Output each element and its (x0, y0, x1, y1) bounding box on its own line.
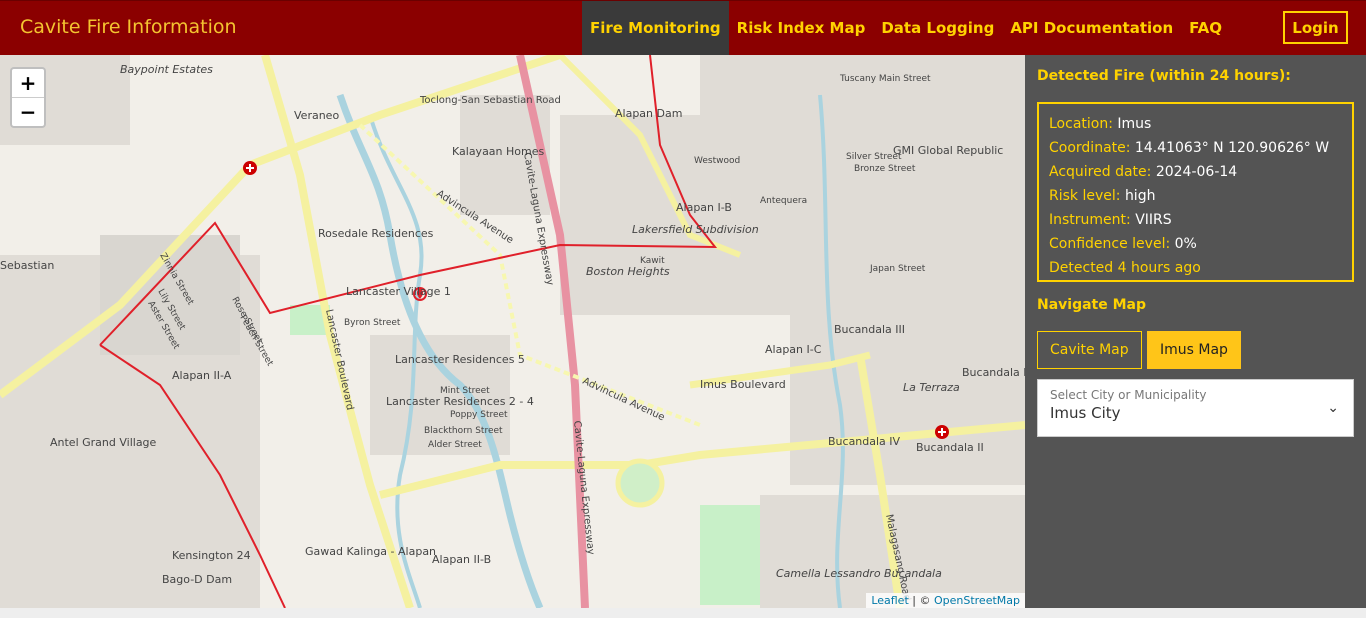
map-label: Mint Street (440, 386, 490, 396)
cavite-map-button[interactable]: Cavite Map (1037, 331, 1142, 369)
fire-detected-text: Detected 4 hours ago (1049, 260, 1201, 276)
map-label: Silver Street (846, 152, 902, 162)
map-label: Lancaster Village 1 (346, 285, 451, 298)
map-label: Alapan Dam (615, 107, 682, 120)
fire-risk-row: Risk level: high (1049, 184, 1342, 208)
fire-instrument-value: VIIRS (1135, 212, 1172, 228)
fire-location-label: Location: (1049, 116, 1113, 132)
map-label: Boston Heights (586, 265, 670, 278)
fire-risk-label: Risk level: (1049, 188, 1121, 204)
fire-confidence-label: Confidence level: (1049, 236, 1171, 252)
leaflet-link[interactable]: Leaflet (871, 594, 908, 607)
map-label: Antequera (760, 196, 807, 206)
map-label: Sebastian (0, 259, 54, 272)
fire-location-value: Imus (1117, 116, 1152, 132)
hospital-icon[interactable] (935, 425, 949, 439)
map-label: Kawit (640, 256, 665, 266)
map-label: Antel Grand Village (50, 436, 157, 449)
nav-fire-monitoring[interactable]: Fire Monitoring (582, 1, 729, 56)
map-label: Baypoint Estates (120, 63, 213, 76)
map-label: Rosedale Residences (318, 227, 434, 240)
login-button[interactable]: Login (1283, 11, 1348, 44)
hospital-icon[interactable] (243, 161, 257, 175)
fire-coordinate-value: 14.41063° N 120.90626° W (1134, 140, 1330, 156)
fire-instrument-row: Instrument: VIIRS (1049, 208, 1342, 232)
map-label: Lancaster Residences 5 (395, 353, 525, 366)
map-label: Byron Street (344, 318, 401, 328)
map-label: Blackthorn Street (424, 426, 503, 436)
map-label: Tuscany Main Street (839, 74, 931, 84)
fire-coordinate-label: Coordinate: (1049, 140, 1131, 156)
nav-risk-index-map[interactable]: Risk Index Map (729, 1, 874, 56)
fire-risk-value: high (1124, 188, 1156, 204)
fire-info-box: Location: Imus Coordinate: 14.41063° N 1… (1037, 102, 1354, 282)
map-label: Alder Street (428, 440, 482, 450)
map-label: Alapan II-B (432, 553, 491, 566)
map-label: Poppy Street (450, 410, 508, 420)
nav-links: Fire Monitoring Risk Index Map Data Logg… (582, 1, 1230, 56)
map-label: La Terraza (903, 381, 960, 394)
fire-acquired-row: Acquired date: 2024-06-14 (1049, 160, 1342, 184)
brand-title[interactable]: Cavite Fire Information (20, 16, 237, 38)
fire-heading: Detected Fire (within 24 hours): (1037, 68, 1291, 84)
nav-data-logging[interactable]: Data Logging (873, 1, 1002, 56)
map-label: GMI Global Republic (893, 144, 1003, 157)
map-label: Lancaster Residences 2 - 4 (386, 395, 534, 408)
map-label: Veraneo (294, 109, 339, 122)
map-label: Japan Street (869, 264, 926, 274)
nav-api-documentation[interactable]: API Documentation (1002, 1, 1181, 56)
map-canvas[interactable]: Veraneo Kalayaan Homes Rosedale Residenc… (0, 55, 1025, 608)
map-label: Advincula Avenue (581, 376, 666, 424)
roundabout-icon (615, 458, 665, 508)
map-view[interactable]: Veraneo Kalayaan Homes Rosedale Residenc… (0, 55, 1025, 608)
page-bottom-strip (0, 608, 1366, 618)
navigate-heading: Navigate Map (1037, 297, 1147, 313)
side-panel: Detected Fire (within 24 hours): Locatio… (1025, 55, 1366, 608)
fire-confidence-row: Confidence level: 0% (1049, 232, 1342, 256)
map-label: Kensington 24 (172, 549, 251, 562)
map-label: Cavite-Laguna Expressway (571, 420, 596, 555)
map-label: Imus Boulevard (700, 378, 786, 391)
navbar: Cavite Fire Information Fire Monitoring … (0, 0, 1366, 56)
city-select[interactable]: Select City or Municipality Imus City ⌄ (1037, 379, 1354, 437)
fire-coordinate-row: Coordinate: 14.41063° N 120.90626° W (1049, 136, 1342, 160)
fire-confidence-value: 0% (1174, 236, 1197, 252)
nav-faq[interactable]: FAQ (1181, 1, 1230, 56)
map-label: Bronze Street (854, 164, 916, 174)
fire-acquired-value: 2024-06-14 (1155, 164, 1238, 180)
map-label: Gawad Kalinga - Alapan (305, 545, 436, 558)
zoom-control: + − (10, 67, 46, 128)
zoom-in-button[interactable]: + (12, 69, 44, 98)
zoom-out-button[interactable]: − (12, 98, 44, 126)
chevron-down-icon[interactable]: ⌄ (1327, 400, 1339, 416)
map-label: Camella Lessandro Bucandala (776, 567, 942, 580)
osm-link[interactable]: OpenStreetMap (934, 594, 1020, 607)
map-label: Bucandala III (834, 323, 905, 336)
map-label: Bucandala I (962, 366, 1025, 379)
map-label: Westwood (694, 156, 740, 166)
map-label: Alapan I-C (765, 343, 822, 356)
fire-location-row: Location: Imus (1049, 112, 1342, 136)
attribution-separator: | © (912, 594, 931, 607)
map-attribution: Leaflet | © OpenStreetMap (866, 593, 1025, 608)
city-select-value: Imus City (1050, 404, 1121, 422)
map-label: Bucandala II (916, 441, 984, 454)
map-label: Alapan I-B (676, 201, 732, 214)
map-label: Toclong-San Sebastian Road (419, 95, 561, 106)
fire-instrument-label: Instrument: (1049, 212, 1131, 228)
map-label: Bago-D Dam (162, 573, 232, 586)
map-label: Lakersfield Subdivision (632, 223, 759, 236)
fire-detected-row: Detected 4 hours ago (1049, 256, 1342, 280)
map-label: Bucandala IV (828, 435, 901, 448)
city-select-placeholder: Select City or Municipality (1050, 388, 1207, 402)
map-label: Alapan II-A (172, 369, 232, 382)
fire-acquired-label: Acquired date: (1049, 164, 1152, 180)
imus-map-button[interactable]: Imus Map (1147, 331, 1241, 369)
